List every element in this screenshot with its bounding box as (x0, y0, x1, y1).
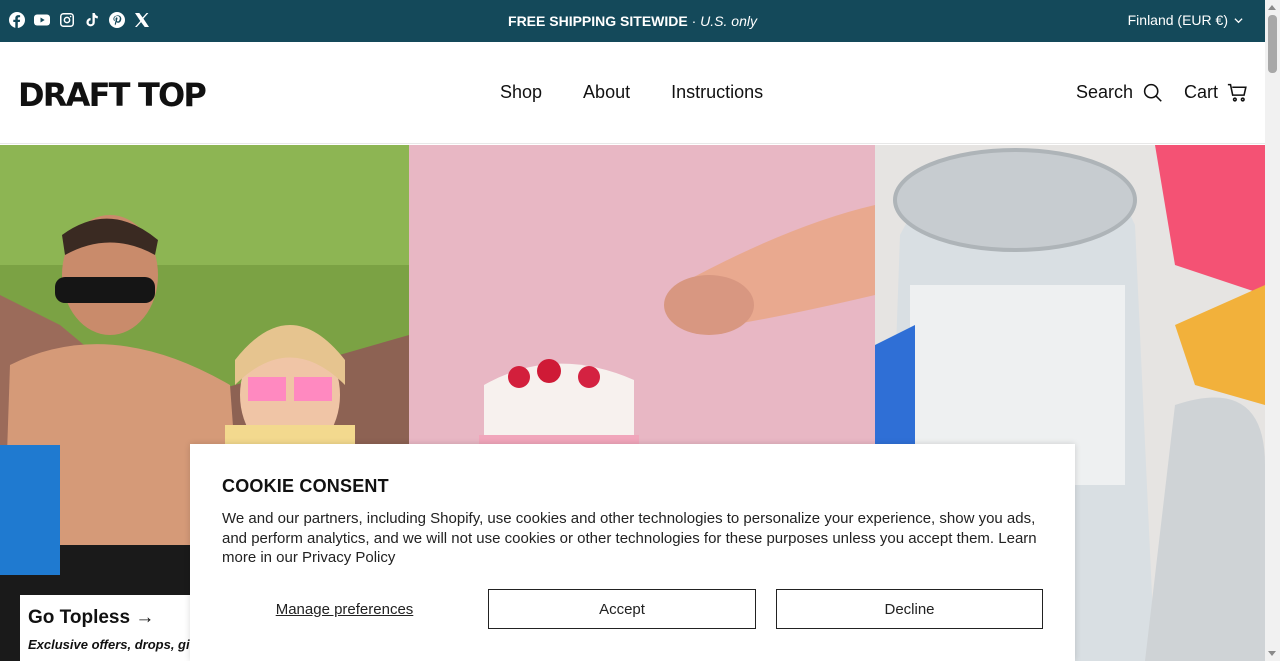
region-label: Finland (EUR €) (1127, 12, 1228, 28)
search-label: Search (1075, 82, 1133, 102)
search-button[interactable]: Search (1076, 82, 1163, 103)
logo[interactable]: DRAFT TOP (18, 76, 207, 114)
scroll-thumb[interactable] (1268, 15, 1277, 73)
promo-subtitle: Exclusive offers, drops, giv (28, 637, 197, 652)
cookie-title: COOKIE CONSENT (222, 476, 389, 496)
announcement-bar: FREE SHIPPING SITEWIDE · U.S. only Finla… (0, 0, 1265, 42)
cart-icon (1227, 83, 1247, 102)
scroll-down-icon[interactable] (1268, 651, 1276, 656)
site-header: DRAFT TOP Shop About Instructions Search… (0, 42, 1265, 144)
region-selector[interactable]: Finland (EUR €) (1128, 12, 1243, 28)
accept-button[interactable]: Accept (488, 589, 756, 629)
scroll-up-icon[interactable] (1268, 5, 1276, 10)
announcement-bold: FREE SHIPPING SITEWIDE (508, 13, 688, 29)
cookie-text: We and our partners, including Shopify, … (222, 510, 1037, 566)
cart-label: Cart (1183, 82, 1218, 102)
chevron-down-icon (1234, 17, 1243, 23)
announcement-separator: · (687, 13, 701, 29)
promo-card[interactable]: Go Topless → Exclusive offers, drops, gi… (20, 595, 200, 661)
manage-preferences-link[interactable]: Manage preferences (222, 589, 467, 629)
scrollbar[interactable] (1265, 0, 1280, 661)
nav-shop[interactable]: Shop (500, 82, 542, 103)
promo-title: Go Topless → (28, 607, 155, 628)
search-icon (1143, 83, 1162, 102)
decline-button[interactable]: Decline (776, 589, 1043, 629)
announcement-text: FREE SHIPPING SITEWIDE · U.S. only (0, 13, 1265, 29)
cookie-actions: Manage preferences Accept Decline (222, 589, 1043, 629)
cookie-consent-dialog: COOKIE CONSENT We and our partners, incl… (190, 444, 1075, 661)
nav-about[interactable]: About (583, 82, 630, 103)
nav-instructions[interactable]: Instructions (671, 82, 763, 103)
header-actions: Search Cart (1076, 82, 1248, 103)
main-nav: Shop About Instructions (500, 82, 763, 103)
cart-button[interactable]: Cart (1184, 82, 1248, 103)
announcement-italic: U.S. only (700, 13, 757, 29)
